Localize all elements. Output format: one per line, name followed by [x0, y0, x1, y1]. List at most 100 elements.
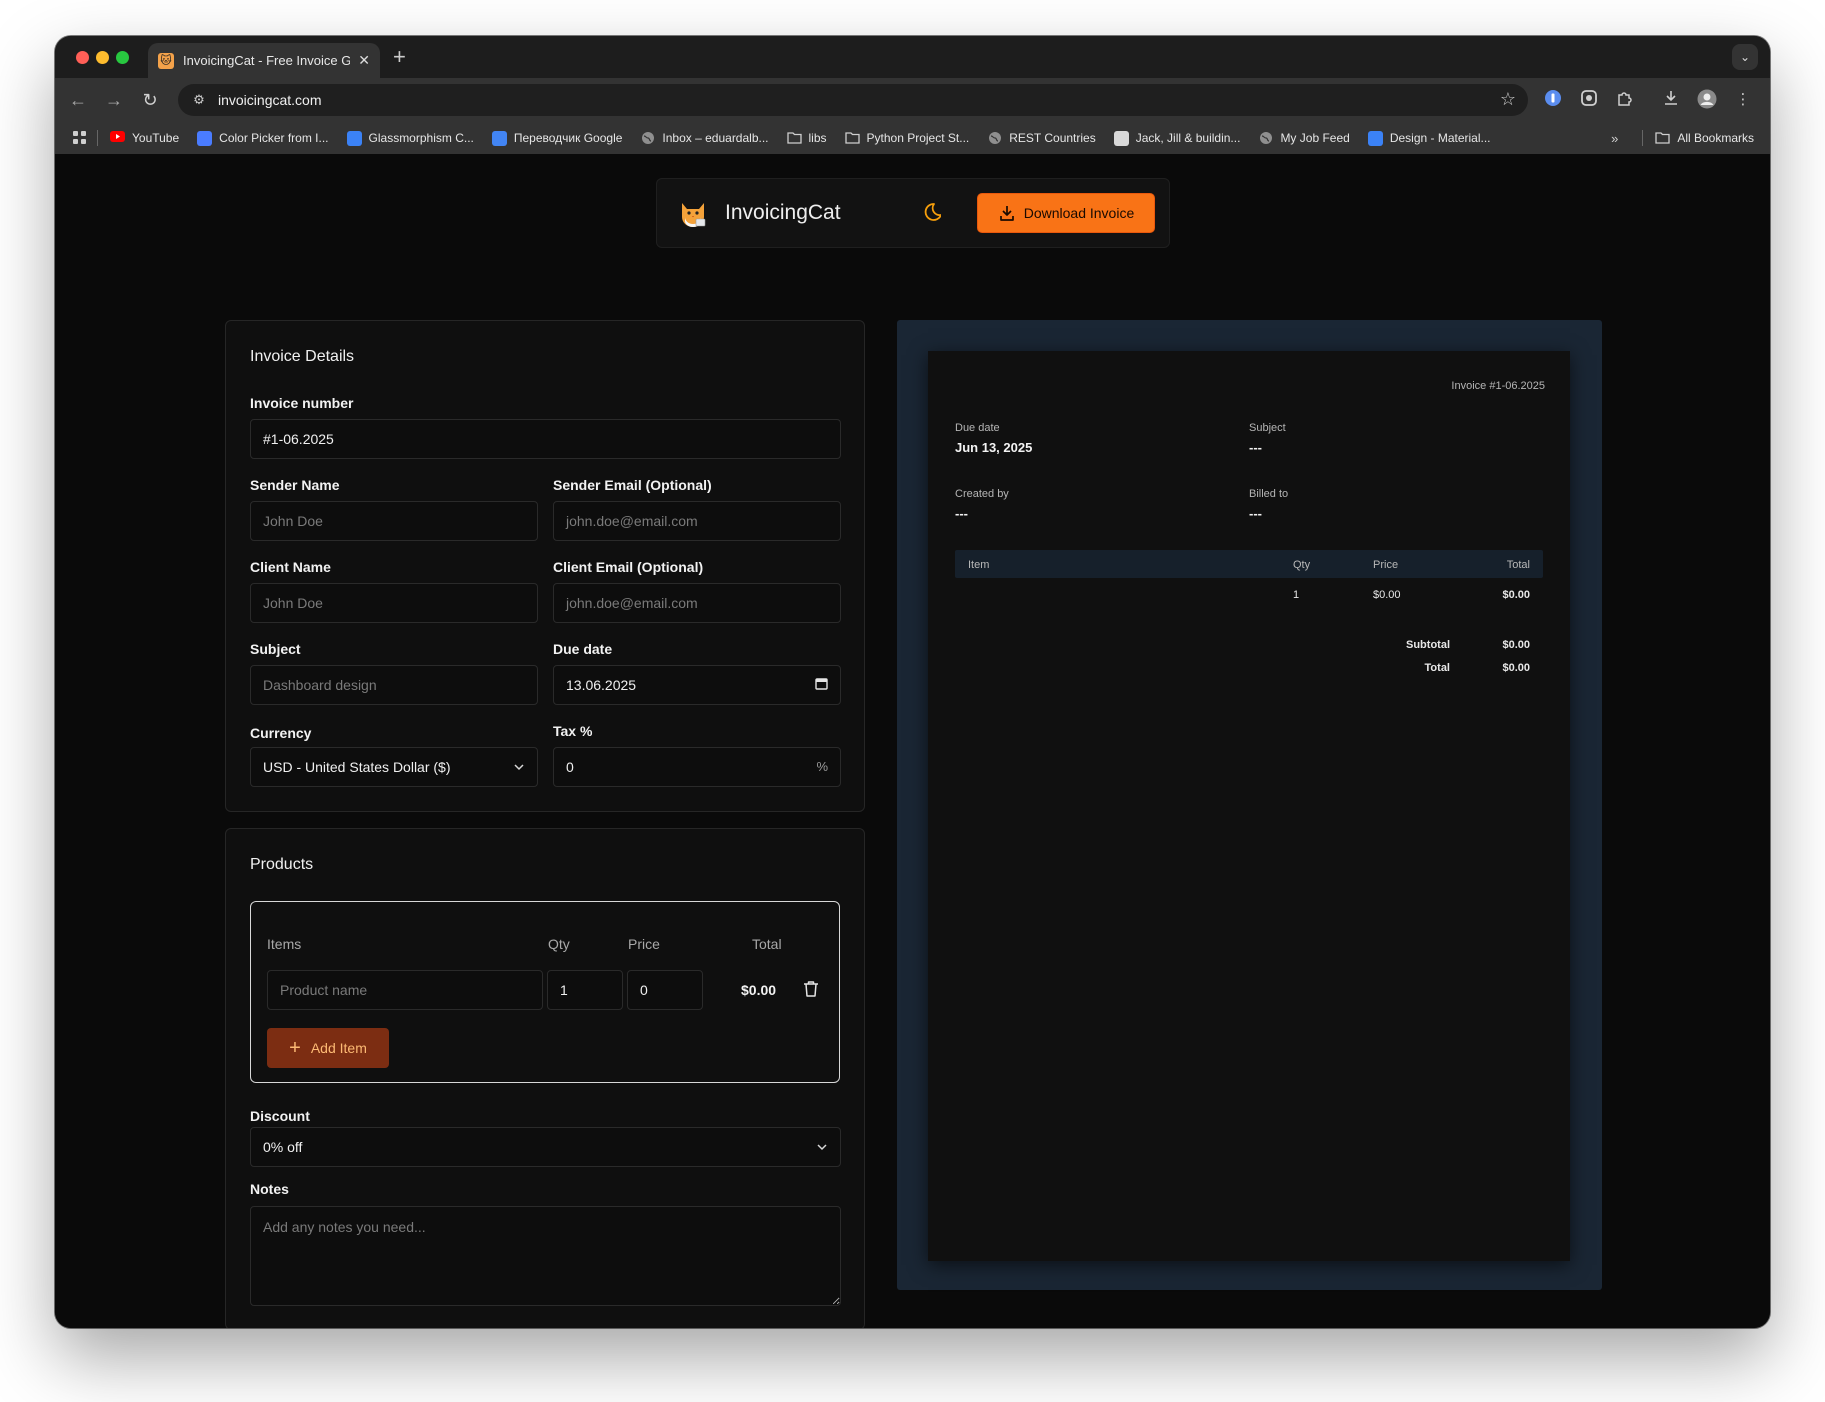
pv-table-header: Item Qty Price Total — [955, 550, 1543, 578]
sender-email-input[interactable]: john.doe@email.com — [553, 501, 841, 541]
download-invoice-button[interactable]: Download Invoice — [977, 193, 1155, 233]
pv-row-qty: 1 — [1293, 589, 1300, 601]
bookmark-label: Jack, Jill & buildin... — [1135, 131, 1241, 145]
currency-value: USD - United States Dollar ($) — [263, 759, 451, 775]
browser-menu-icon[interactable]: ⋮ — [1732, 89, 1754, 111]
pv-th-price: Price — [1373, 559, 1399, 571]
tax-value: 0 — [566, 759, 574, 775]
sender-email-label: Sender Email (Optional) — [553, 477, 712, 493]
pv-row-price: $0.00 — [1373, 589, 1401, 601]
products-table: Items Qty Price Total Product name 1 0 $… — [250, 901, 840, 1083]
pv-subtotal: $0.00 — [1502, 639, 1530, 651]
bookmark-item[interactable]: Jack, Jill & buildin... — [1113, 130, 1241, 146]
sender-name-input[interactable]: John Doe — [250, 501, 538, 541]
discount-select[interactable]: 0% off — [250, 1127, 841, 1167]
google-translate-icon — [491, 130, 507, 146]
bookmark-item[interactable]: Color Picker from I... — [197, 130, 329, 146]
invoice-sheet: Invoice #1-06.2025 Due date Jun 13, 2025… — [928, 351, 1570, 1261]
bookmark-item[interactable]: Design - Material... — [1367, 130, 1491, 146]
client-name-label: Client Name — [250, 559, 331, 575]
bookmark-item[interactable]: libs — [786, 131, 827, 146]
browser-window: 🐱 InvoicingCat - Free Invoice Generator … — [55, 36, 1770, 1328]
tab-search-chevron-icon[interactable]: ⌄ — [1732, 44, 1758, 70]
pv-created-by: --- — [955, 506, 968, 521]
add-item-label: Add Item — [310, 1040, 367, 1056]
discount-label: Discount — [250, 1108, 310, 1124]
close-tab-icon[interactable]: ✕ — [358, 52, 370, 69]
download-invoice-label: Download Invoice — [1023, 205, 1135, 221]
line-total: $0.00 — [741, 982, 777, 998]
bookmark-item[interactable]: Python Project St... — [844, 131, 969, 146]
price-input[interactable]: 0 — [627, 970, 703, 1010]
bookmarks-separator — [97, 130, 98, 146]
product-name-input[interactable]: Product name — [267, 970, 543, 1010]
address-bar[interactable]: ⚙ invoicingcat.com ☆ — [178, 84, 1528, 116]
cat-logo-icon — [677, 197, 709, 229]
extensions-puzzle-icon[interactable] — [1614, 89, 1636, 111]
notes-textarea[interactable] — [250, 1206, 841, 1306]
due-date-label: Due date — [553, 641, 613, 657]
products-card: Products Items Qty Price Total Product n… — [225, 828, 865, 1328]
pv-created-by-label: Created by — [955, 488, 1009, 500]
new-tab-icon[interactable]: + — [393, 44, 406, 70]
qty-input[interactable]: 1 — [547, 970, 623, 1010]
pv-subject-label: Subject — [1249, 422, 1286, 434]
bookmark-label: YouTube — [132, 131, 180, 145]
site-settings-icon[interactable]: ⚙ — [188, 89, 210, 111]
minimize-window-button[interactable] — [96, 51, 109, 64]
downloads-icon[interactable] — [1660, 89, 1682, 111]
bookmark-star-icon[interactable]: ☆ — [1500, 89, 1516, 110]
color-picker-icon — [197, 130, 213, 146]
client-name-input[interactable]: John Doe — [250, 583, 538, 623]
pv-total: $0.00 — [1502, 662, 1530, 674]
invoice-details-card: Invoice Details Invoice number #1-06.202… — [225, 320, 865, 812]
col-price: Price — [628, 936, 660, 952]
bookmark-item[interactable]: YouTube — [110, 130, 180, 146]
bookmark-item[interactable]: My Job Feed — [1258, 131, 1350, 146]
pv-th-qty: Qty — [1293, 559, 1311, 571]
bookmark-label: Design - Material... — [1389, 131, 1491, 145]
url-text: invoicingcat.com — [218, 92, 322, 108]
subject-label: Subject — [250, 641, 301, 657]
bookmark-label: Glassmorphism C... — [368, 131, 474, 145]
trash-icon[interactable] — [803, 980, 819, 1003]
client-email-input[interactable]: john.doe@email.com — [553, 583, 841, 623]
due-date-input[interactable]: 13.06.2025 — [553, 665, 841, 705]
back-arrow-icon[interactable]: ← — [65, 87, 91, 113]
globe-icon — [640, 131, 655, 146]
invoice-ref: Invoice #1-06.2025 — [1451, 380, 1545, 392]
glassmorphism-icon — [346, 130, 362, 146]
col-qty: Qty — [548, 936, 570, 952]
tab-invoicingcat[interactable]: 🐱 InvoicingCat - Free Invoice Generator … — [148, 43, 380, 78]
subject-input[interactable]: Dashboard design — [250, 665, 538, 705]
more-bookmarks-chevron-icon[interactable]: » — [1611, 131, 1618, 146]
profile-avatar-icon[interactable] — [1696, 89, 1718, 111]
extension-screenshot-icon[interactable] — [1578, 89, 1600, 111]
bookmark-item[interactable]: REST Countries — [987, 131, 1096, 146]
all-bookmarks-folder[interactable]: All Bookmarks — [1655, 131, 1754, 146]
bookmark-item[interactable]: Inbox – eduardalb... — [640, 131, 769, 146]
tax-input[interactable]: 0 % — [553, 747, 841, 787]
page-content: InvoicingCat Download Invoice Invoice De… — [55, 154, 1770, 1328]
reload-icon[interactable]: ↻ — [137, 87, 163, 113]
calendar-icon[interactable] — [815, 667, 828, 705]
close-window-button[interactable] — [76, 51, 89, 64]
add-item-button[interactable]: + Add Item — [267, 1028, 389, 1068]
pv-due-date-label: Due date — [955, 422, 1000, 434]
maximize-window-button[interactable] — [116, 51, 129, 64]
folder-icon — [786, 131, 802, 146]
plus-icon: + — [289, 1037, 301, 1059]
bookmark-item[interactable]: Glassmorphism C... — [346, 130, 474, 146]
bookmark-item[interactable]: Переводчик Google — [491, 130, 622, 146]
currency-select[interactable]: USD - United States Dollar ($) — [250, 747, 538, 787]
invoice-number-input[interactable]: #1-06.2025 — [250, 419, 841, 459]
dark-mode-moon-icon[interactable] — [919, 201, 942, 223]
products-title: Products — [250, 856, 314, 873]
bookmark-label: REST Countries — [1009, 131, 1096, 145]
client-email-label: Client Email (Optional) — [553, 559, 704, 575]
pv-total-label: Total — [1424, 662, 1450, 674]
apps-grid-icon[interactable] — [73, 131, 87, 145]
globe-icon — [987, 131, 1002, 146]
forward-arrow-icon[interactable]: → — [101, 87, 127, 113]
password-manager-icon[interactable] — [1542, 89, 1564, 111]
